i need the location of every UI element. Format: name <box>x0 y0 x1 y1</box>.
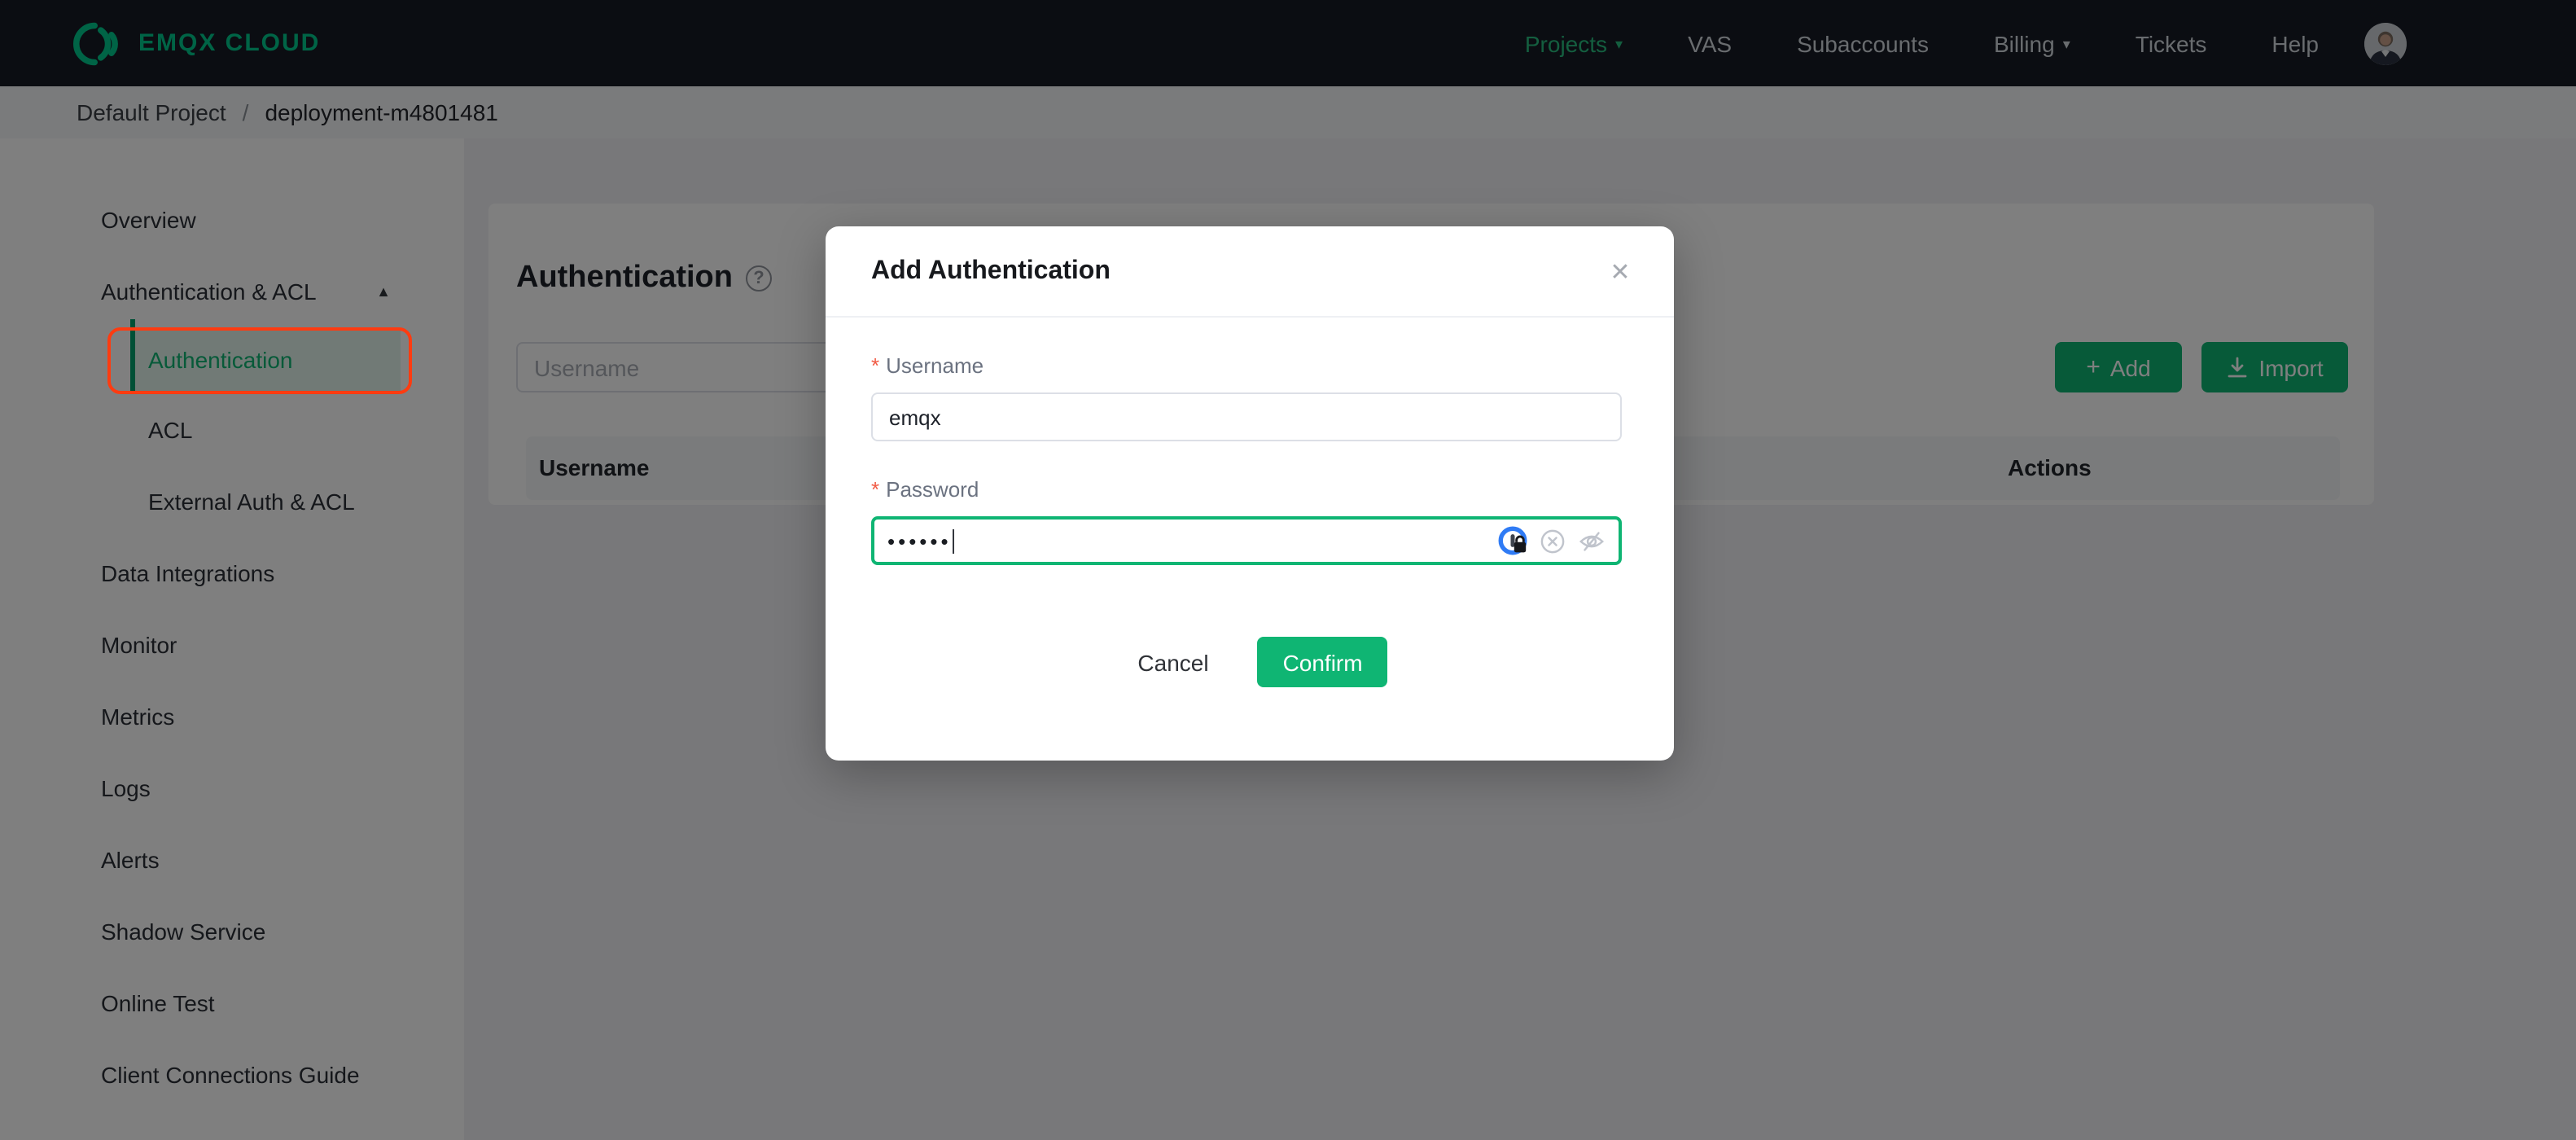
field-label-text: Username <box>886 353 984 378</box>
modal-footer: Cancel Confirm <box>871 637 1628 687</box>
cancel-button[interactable]: Cancel <box>1137 649 1208 675</box>
text-cursor <box>953 528 955 553</box>
password-masked-value: •••••• <box>887 528 952 553</box>
confirm-button[interactable]: Confirm <box>1257 637 1388 687</box>
close-icon[interactable]: ✕ <box>1602 254 1638 290</box>
modal-password-input[interactable]: •••••• <box>871 516 1622 565</box>
password-manager-1password-icon[interactable] <box>1498 526 1527 555</box>
password-field-label: * Password <box>871 477 1628 502</box>
password-input-icons <box>1498 526 1606 555</box>
required-asterisk: * <box>871 477 880 502</box>
modal-username-input[interactable] <box>871 392 1622 441</box>
field-label-text: Password <box>886 477 979 502</box>
modal-header: Add Authentication ✕ <box>826 226 1674 318</box>
username-field-label: * Username <box>871 353 1628 378</box>
modal-body: *Username *Password •••••• <box>826 318 1674 687</box>
required-asterisk: * <box>871 353 880 378</box>
toggle-password-visibility-eye-slash-icon[interactable] <box>1578 527 1606 555</box>
modal-title: Add Authentication <box>871 256 1111 284</box>
add-authentication-modal: Add Authentication ✕ *Username *Password… <box>826 226 1674 761</box>
clear-input-icon[interactable] <box>1540 528 1565 553</box>
emqx-cloud-console: EMQX CLOUD Projects ▾ VAS Subaccounts Bi… <box>0 0 2576 1140</box>
